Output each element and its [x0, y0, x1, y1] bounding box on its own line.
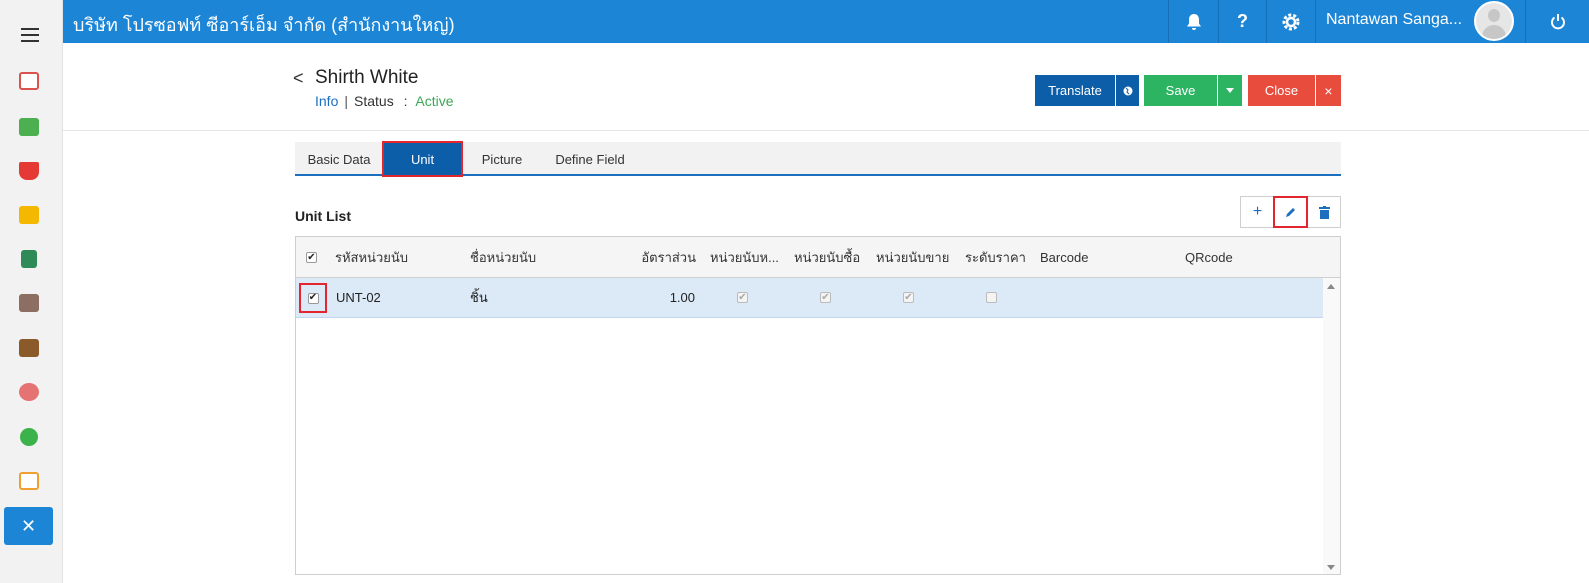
user-support-icon [18, 383, 39, 401]
tab-picture[interactable]: Picture [467, 142, 537, 176]
edit-button[interactable] [1273, 196, 1308, 228]
power-icon [1550, 13, 1565, 29]
left-sidebar: ✕ [0, 0, 63, 583]
info-link[interactable]: Info [315, 93, 338, 109]
add-button[interactable]: + [1241, 197, 1274, 227]
tab-bar: Basic Data Unit Picture Define Field [295, 141, 1341, 177]
globe-icon [1123, 86, 1132, 95]
unit-list-toolbar: + [1240, 196, 1341, 228]
separator: | [344, 93, 348, 109]
scroll-down-icon[interactable] [1327, 565, 1335, 570]
cell-ratio: 1.00 [669, 290, 695, 305]
sidebar-item-money[interactable] [4, 108, 53, 146]
cart-icon [18, 162, 39, 180]
help-icon: ? [1237, 11, 1248, 31]
col-unit-code[interactable]: รหัสหน่วยนับ [335, 237, 408, 278]
table-row[interactable]: ✔ UNT-02 ชิ้น 1.00 ✔ ✔ ✔ [296, 278, 1323, 318]
close-x-button[interactable]: × [1316, 75, 1341, 106]
tab-basic-data[interactable]: Basic Data [295, 142, 383, 176]
money-icon [18, 118, 39, 136]
delete-button[interactable] [1308, 197, 1341, 227]
caret-down-icon [1226, 88, 1234, 93]
sidebar-item-box[interactable] [4, 196, 53, 234]
gear-icon [1282, 13, 1300, 30]
top-bar: บริษัท โปรซอฟท์ ซีอาร์เอ็ม จำกัด (สำนักง… [63, 0, 1589, 43]
help-button[interactable]: ? [1219, 0, 1266, 43]
trash-icon [1319, 205, 1330, 219]
col-ratio[interactable]: อัตราส่วน [641, 237, 696, 278]
sidebar-item-tools[interactable]: ✕ [4, 507, 53, 545]
col-unit-name[interactable]: ชื่อหน่วยนับ [470, 237, 536, 278]
check-circle-icon [19, 428, 38, 446]
status-label: Status [354, 93, 394, 109]
col-qrcode[interactable]: QRcode [1185, 237, 1233, 278]
sidebar-item-wallet[interactable] [4, 329, 53, 367]
status-line: Info | Status : Active [315, 93, 454, 109]
row-select-checkbox[interactable]: ✔ [307, 292, 319, 304]
edit-icon [1285, 208, 1295, 217]
cell-base-unit: ✔ [737, 278, 748, 317]
notification-button[interactable] [1169, 0, 1218, 43]
plus-icon: + [1252, 203, 1263, 220]
grid-header: ✔ รหัสหน่วยนับ ชื่อหน่วยนับ อัตราส่วน หน… [296, 237, 1340, 278]
sale-unit-checkbox: ✔ [903, 291, 914, 303]
menu-icon[interactable] [21, 28, 39, 42]
settings-button[interactable] [1267, 0, 1315, 43]
base-unit-checkbox: ✔ [737, 291, 748, 303]
select-all-checkbox[interactable]: ✔ [306, 252, 317, 263]
purchase-unit-checkbox: ✔ [820, 291, 831, 303]
save-button[interactable]: Save [1144, 75, 1217, 106]
sidebar-item-support[interactable] [4, 373, 53, 411]
unit-list-title: Unit List [295, 208, 351, 224]
cell-unit-code: UNT-02 [336, 290, 381, 305]
dashboard-icon [18, 72, 39, 90]
sidebar-item-bank[interactable] [4, 284, 53, 322]
sidebar-item-cart[interactable] [4, 152, 53, 190]
report-icon [18, 472, 39, 490]
status-value: Active [415, 93, 454, 109]
col-price-level[interactable]: ระดับราคา [965, 237, 1026, 278]
bell-icon [1186, 13, 1201, 30]
save-dropdown-button[interactable] [1218, 75, 1242, 106]
cell-price-level [986, 278, 997, 317]
sidebar-item-report[interactable] [4, 462, 53, 500]
select-all-cell: ✔ [306, 237, 317, 278]
header-divider [63, 130, 1589, 131]
cell-purchase-unit: ✔ [820, 278, 831, 317]
cell-sale-unit: ✔ [903, 278, 914, 317]
price-level-checkbox [986, 292, 997, 303]
tab-define-field[interactable]: Define Field [545, 142, 635, 176]
logout-button[interactable] [1526, 0, 1589, 43]
status-colon: : [403, 93, 408, 109]
col-purchase-unit[interactable]: หน่วยนับซื้อ [794, 237, 860, 278]
scroll-up-icon[interactable] [1327, 284, 1335, 289]
cell-unit-name: ชิ้น [470, 290, 488, 305]
col-base-unit[interactable]: หน่วยนับห... [710, 237, 779, 278]
sidebar-item-approve[interactable] [4, 418, 53, 456]
wallet-icon [18, 339, 39, 357]
close-button[interactable]: Close [1248, 75, 1315, 106]
sidebar-item-book[interactable] [4, 240, 53, 278]
back-button[interactable]: < [293, 68, 304, 89]
col-barcode[interactable]: Barcode [1040, 237, 1088, 278]
translate-button[interactable]: Translate [1035, 75, 1115, 106]
avatar[interactable] [1474, 1, 1514, 41]
tools-icon: ✕ [20, 516, 37, 536]
grid-scrollbar[interactable] [1323, 278, 1340, 574]
unit-grid: ✔ รหัสหน่วยนับ ชื่อหน่วยนับ อัตราส่วน หน… [295, 236, 1341, 575]
box-icon [18, 206, 39, 224]
col-sale-unit[interactable]: หน่วยนับขาย [876, 237, 949, 278]
page-title: Shirth White [315, 67, 419, 88]
company-name: บริษัท โปรซอฟท์ ซีอาร์เอ็ม จำกัด (สำนักง… [73, 15, 455, 35]
row-select-cell: ✔ [299, 283, 327, 313]
translate-globe-button[interactable] [1116, 75, 1139, 106]
book-icon [20, 250, 37, 268]
tab-unit[interactable]: Unit [382, 141, 463, 177]
sidebar-item-dashboard[interactable] [4, 62, 53, 100]
bank-icon [18, 294, 39, 312]
user-name[interactable]: Nantawan Sanga... [1326, 11, 1462, 29]
